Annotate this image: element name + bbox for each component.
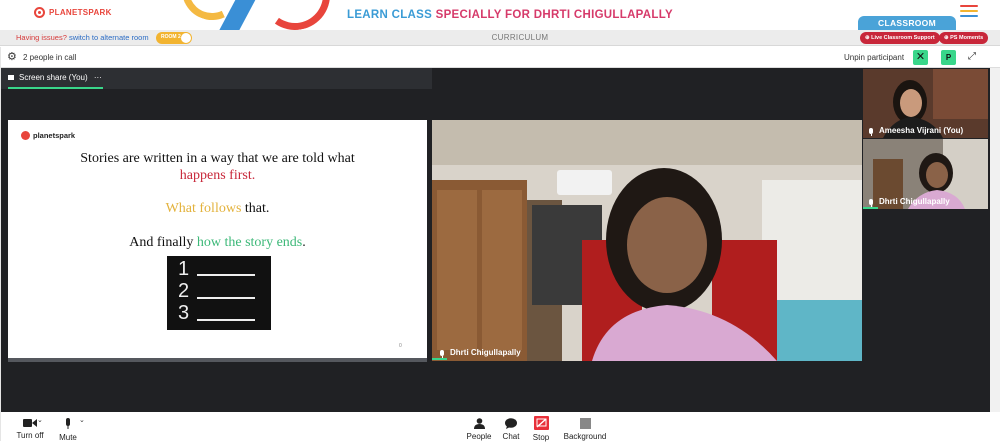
people-label: People xyxy=(466,432,492,441)
menu-bar-3 xyxy=(960,15,978,17)
stop-share-button[interactable]: Stop xyxy=(529,412,553,442)
slide-line-3-highlight: What follows xyxy=(165,201,242,216)
tab-underline xyxy=(8,87,103,89)
participant-tile-self[interactable]: Ameesha Vijrani (You) xyxy=(863,69,988,138)
board-number-1: 1 xyxy=(178,258,190,280)
ps-moments-button[interactable]: ⊕ PS Moments xyxy=(939,32,989,44)
support-label: Live Classroom Support xyxy=(871,35,935,41)
background-icon xyxy=(579,418,591,429)
present-icon xyxy=(8,75,14,81)
room-toggle-label: ROOM 2 xyxy=(161,34,181,40)
mic-chevron-down-icon[interactable]: ⌄ xyxy=(79,416,85,424)
room-scene xyxy=(432,120,862,361)
screen-share-label: Screen share (You) xyxy=(19,73,88,82)
chat-icon xyxy=(505,418,517,429)
tile-self-label: Ameesha Vijrani (You) xyxy=(869,126,964,136)
tile-student-label: Dhrti Chigullapally xyxy=(869,197,950,207)
call-controls: Turn off ⌄ Mute ⌄ People Chat Stop Backg… xyxy=(1,412,1000,442)
tile-self-name: Ameesha Vijrani (You) xyxy=(879,126,964,135)
shared-slide: planetspark Stories are written in a way… xyxy=(8,120,427,358)
board-number-2: 2 xyxy=(178,280,190,302)
main-participant-name: Dhrti Chigullapally xyxy=(450,348,521,357)
slide-line-3: What follows that. xyxy=(8,201,427,217)
unpin-participant-label: Unpin participant xyxy=(844,53,905,62)
main-video-feed[interactable] xyxy=(432,120,862,361)
live-support-button[interactable]: ⊕ Live Classroom Support xyxy=(860,32,940,44)
scrollbar[interactable] xyxy=(990,68,1000,441)
slide-line-4-end: . xyxy=(302,235,306,250)
curriculum-tab[interactable]: CURRICULUM xyxy=(470,33,570,42)
issue-bar: Having issues? switch to alternate room … xyxy=(0,30,1000,46)
issue-label: Having issues? xyxy=(16,33,67,42)
camera-label: Turn off xyxy=(16,431,44,440)
hamburger-menu-icon[interactable] xyxy=(960,5,978,17)
tile-student-name: Dhrti Chigullapally xyxy=(879,197,950,206)
logo-text: PLANETSPARK xyxy=(49,7,112,17)
mute-button[interactable]: Mute xyxy=(56,412,80,442)
background-button[interactable]: Background xyxy=(561,412,609,441)
decorative-arc-red xyxy=(254,0,336,30)
slide-line-4-start: And finally xyxy=(129,235,197,250)
chat-button[interactable]: Chat xyxy=(499,412,523,441)
speaking-indicator xyxy=(863,207,878,209)
title-part-learn: LEARN CLASS xyxy=(347,9,433,21)
people-icon xyxy=(473,418,485,429)
issue-text: Having issues? switch to alternate room xyxy=(16,33,149,42)
people-count: 2 people in call xyxy=(23,53,77,62)
alternate-room-link[interactable]: switch to alternate room xyxy=(69,33,149,42)
slide-line-3-rest: that. xyxy=(241,201,270,216)
meeting-topbar: ⚙ 2 people in call Unpin participant ✕ P… xyxy=(1,47,1000,68)
gear-icon[interactable]: ⚙ xyxy=(7,52,17,63)
planetspark-logo: PLANETSPARK xyxy=(34,5,112,19)
screen-share-bar: Screen share (You) ··· xyxy=(1,68,432,89)
meeting-frame: ⚙ 2 people in call Unpin participant ✕ P… xyxy=(0,47,1000,442)
planet-icon xyxy=(34,6,45,18)
microphone-icon xyxy=(869,127,873,136)
blackboard-image: 1 2 3 xyxy=(167,256,271,330)
slide-line-4-highlight: how the story ends xyxy=(196,235,303,250)
background-label: Background xyxy=(563,432,607,441)
page-title: LEARN CLASS SPECIALLY FOR DHRTI CHIGULLA… xyxy=(347,9,673,21)
board-number-3: 3 xyxy=(178,302,190,324)
camera-chevron-down-icon[interactable]: ⌄ xyxy=(37,416,43,424)
people-button[interactable]: People xyxy=(464,412,494,441)
main-video-label: Dhrti Chigullapally xyxy=(440,348,521,358)
menu-bar-2 xyxy=(960,10,978,12)
microphone-icon xyxy=(869,198,873,207)
toggle-knob xyxy=(181,33,191,43)
menu-bar-1 xyxy=(960,5,978,7)
expand-icon[interactable]: ⤢ xyxy=(968,51,976,62)
slide-logo-text: planetspark xyxy=(33,131,76,140)
camera-icon xyxy=(23,419,37,427)
board-line-3 xyxy=(197,319,255,321)
microphone-icon xyxy=(440,349,444,358)
board-line-1 xyxy=(197,274,255,276)
planet-icon xyxy=(21,131,30,140)
more-options-icon[interactable]: ··· xyxy=(94,73,102,82)
slide-line-4: And finally how the story ends. xyxy=(8,235,427,251)
slide-line-2: happens first. xyxy=(179,168,256,183)
speaking-indicator xyxy=(432,358,447,360)
moments-label: PS Moments xyxy=(950,35,984,41)
slide-page-number: 0 xyxy=(399,343,402,349)
title-part-student: SPECIALLY FOR DHRTI CHIGULLAPALLY xyxy=(435,9,673,21)
unpin-close-icon[interactable]: ✕ xyxy=(913,50,928,65)
slide-logo: planetspark xyxy=(21,131,75,140)
chat-label: Chat xyxy=(502,432,520,441)
room-toggle[interactable]: ROOM 2 xyxy=(156,32,192,44)
classroom-tab[interactable]: CLASSROOM xyxy=(858,16,956,30)
pinned-participant-avatar[interactable]: P xyxy=(941,50,956,65)
screen-share-tab[interactable]: Screen share (You) ··· xyxy=(8,73,102,82)
board-line-2 xyxy=(197,297,255,299)
microphone-icon xyxy=(66,418,70,429)
slide-line-1: Stories are written in a way that we are… xyxy=(80,151,355,166)
app-header: PLANETSPARK LEARN CLASS SPECIALLY FOR DH… xyxy=(0,0,1000,30)
participant-tile-student[interactable]: Dhrti Chigullapally xyxy=(863,139,988,209)
stop-share-icon xyxy=(533,416,549,430)
slide-bottom-bar xyxy=(8,358,427,362)
